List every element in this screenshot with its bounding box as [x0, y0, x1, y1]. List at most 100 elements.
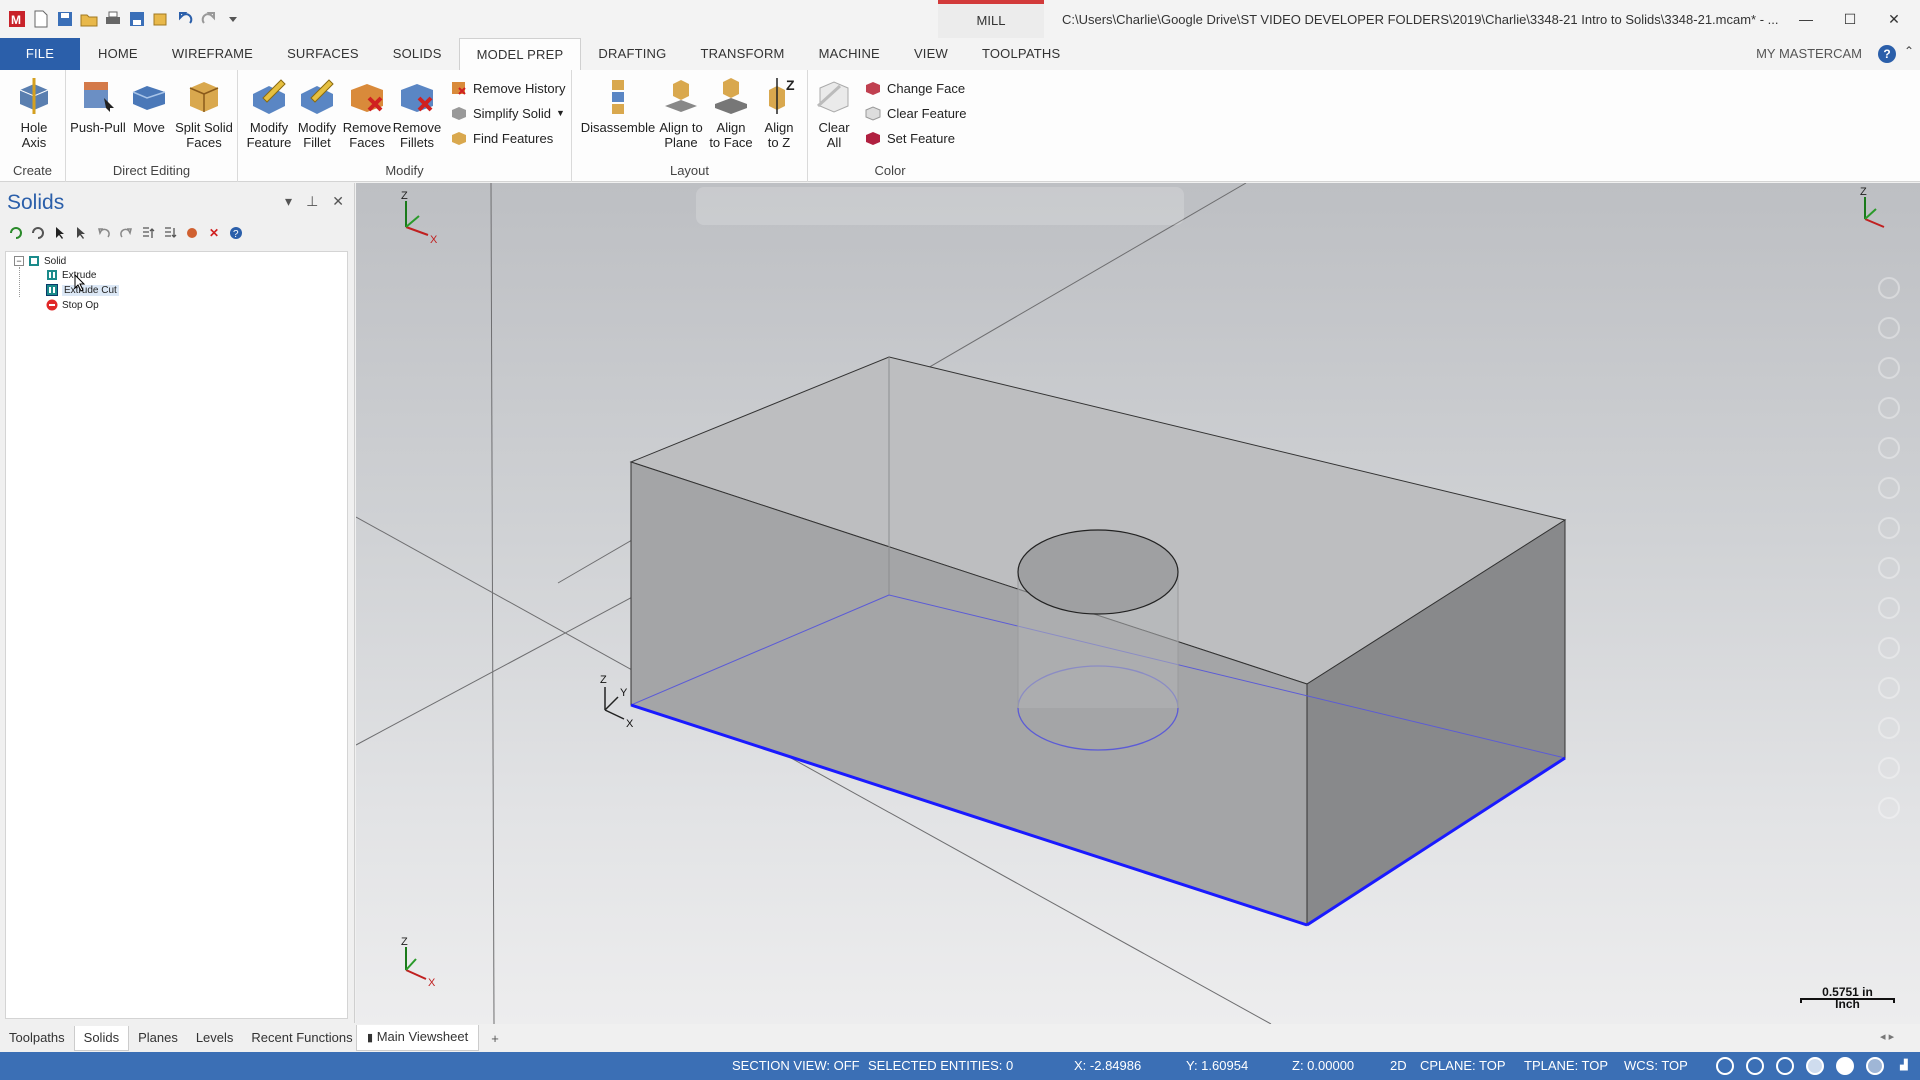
tab-solids-manager[interactable]: Solids	[73, 1025, 130, 1051]
tab-surfaces[interactable]: SURFACES	[270, 38, 376, 70]
quick-tool-icon[interactable]	[1878, 317, 1900, 339]
quick-tool-icon[interactable]	[1878, 437, 1900, 459]
remove-fillets-button[interactable]: Remove Fillets	[392, 76, 442, 150]
tplane-status[interactable]: TPLANE: TOP	[1524, 1052, 1608, 1080]
simplify-solid-dropdown-icon[interactable]: ▼	[556, 108, 565, 118]
maximize-button[interactable]: ☐	[1828, 0, 1872, 38]
undo-solid-icon[interactable]	[96, 225, 112, 241]
redo-solid-icon[interactable]	[118, 225, 134, 241]
globe-shaded-icon[interactable]	[1746, 1057, 1764, 1075]
tab-model-prep[interactable]: MODEL PREP	[458, 38, 582, 70]
change-face-button[interactable]: Change Face	[864, 79, 965, 97]
tree-expander-icon[interactable]: −	[14, 256, 24, 266]
clear-all-button[interactable]: Clear All	[814, 76, 854, 150]
new-file-icon[interactable]	[30, 8, 52, 30]
panel-menu-icon[interactable]: ▾	[285, 193, 292, 210]
tab-solids[interactable]: SOLIDS	[376, 38, 459, 70]
mastercam-logo-icon[interactable]: M	[6, 8, 28, 30]
cplane-status[interactable]: CPLANE: TOP	[1420, 1052, 1506, 1080]
quick-tool-icon[interactable]	[1878, 797, 1900, 819]
move-up-icon[interactable]	[140, 225, 156, 241]
tab-transform[interactable]: TRANSFORM	[683, 38, 801, 70]
delete-icon[interactable]: ✕	[206, 225, 222, 241]
remove-history-button[interactable]: Remove History	[450, 79, 565, 97]
quick-tool-icon[interactable]	[1878, 357, 1900, 379]
save-icon[interactable]	[54, 8, 76, 30]
modify-feature-button[interactable]: Modify Feature	[244, 76, 294, 150]
clear-feature-button[interactable]: Clear Feature	[864, 104, 966, 122]
save-as-icon[interactable]	[126, 8, 148, 30]
select-feature-icon[interactable]	[74, 225, 90, 241]
regen-dirty-icon[interactable]	[30, 225, 46, 241]
quick-tool-icon[interactable]	[1878, 557, 1900, 579]
customize-qat-icon[interactable]	[222, 8, 244, 30]
split-solid-faces-button[interactable]: Split Solid Faces	[172, 76, 236, 150]
translucency-icon[interactable]	[1836, 1057, 1854, 1075]
tree-node-stop-op[interactable]: Stop Op	[46, 299, 99, 311]
toggle-stop-icon[interactable]	[184, 225, 200, 241]
push-pull-button[interactable]: Push-Pull	[70, 76, 126, 135]
help-icon[interactable]: ?	[1878, 45, 1896, 63]
section-view-status[interactable]: SECTION VIEW: OFF	[732, 1052, 860, 1080]
merge-icon[interactable]	[150, 8, 172, 30]
globe-hidden-icon[interactable]	[1776, 1057, 1794, 1075]
remove-faces-button[interactable]: Remove Faces	[342, 76, 392, 150]
print-icon[interactable]	[102, 8, 124, 30]
tab-planes-manager[interactable]: Planes	[129, 1026, 187, 1050]
quick-tool-icon[interactable]	[1878, 637, 1900, 659]
selected-entities-status[interactable]: SELECTED ENTITIES: 0	[868, 1052, 1013, 1080]
tab-wireframe[interactable]: WIREFRAME	[155, 38, 270, 70]
graphics-viewport[interactable]: Z Y X Z X Z X Z	[356, 183, 1920, 1024]
align-to-plane-button[interactable]: Align to Plane	[656, 76, 706, 150]
faded-selection-toolbar[interactable]	[696, 187, 1184, 225]
shaded-display-icon[interactable]	[1806, 1057, 1824, 1075]
simplify-solid-button[interactable]: Simplify Solid ▼	[450, 104, 565, 122]
wcs-status[interactable]: WCS: TOP	[1624, 1052, 1688, 1080]
quick-tool-icon[interactable]	[1878, 757, 1900, 779]
tree-node-extrude[interactable]: Extrude	[46, 269, 96, 281]
align-to-face-button[interactable]: Align to Face	[706, 76, 756, 150]
regen-all-icon[interactable]	[8, 225, 24, 241]
modify-fillet-button[interactable]: Modify Fillet	[294, 76, 340, 150]
globe-wireframe-icon[interactable]	[1716, 1057, 1734, 1075]
close-button[interactable]: ✕	[1872, 0, 1916, 38]
pin-icon[interactable]: ⊥	[306, 193, 318, 210]
move-button[interactable]: Move	[128, 76, 170, 135]
quick-tool-icon[interactable]	[1878, 717, 1900, 739]
tab-view[interactable]: VIEW	[897, 38, 965, 70]
hole-axis-button[interactable]: Hole Axis	[10, 76, 58, 150]
open-folder-icon[interactable]	[78, 8, 100, 30]
add-viewsheet-button[interactable]: +	[491, 1031, 499, 1046]
redo-icon[interactable]	[198, 8, 220, 30]
collapse-ribbon-icon[interactable]: ⌃	[1904, 44, 1914, 58]
disassemble-button[interactable]: Disassemble	[580, 76, 656, 135]
find-features-button[interactable]: Find Features	[450, 129, 553, 147]
quick-tool-icon[interactable]	[1878, 397, 1900, 419]
viewsheet-scroll-icon[interactable]: ◂ ▸	[1880, 1030, 1894, 1043]
quick-tool-icon[interactable]	[1878, 677, 1900, 699]
minimize-button[interactable]: —	[1784, 0, 1828, 38]
tab-file[interactable]: FILE	[0, 38, 80, 70]
undo-icon[interactable]	[174, 8, 196, 30]
tab-toolpaths[interactable]: TOOLPATHS	[965, 38, 1077, 70]
mode-2d-3d[interactable]: 2D	[1390, 1052, 1407, 1080]
main-viewsheet-tab[interactable]: ▮ Main Viewsheet	[356, 1025, 480, 1051]
quick-tool-icon[interactable]	[1878, 477, 1900, 499]
set-feature-button[interactable]: Set Feature	[864, 129, 955, 147]
select-arrow-icon[interactable]	[52, 225, 68, 241]
my-mastercam-link[interactable]: MY MASTERCAM	[1756, 38, 1862, 70]
panel-close-icon[interactable]: ✕	[332, 193, 344, 210]
quick-tool-icon[interactable]	[1878, 597, 1900, 619]
quick-tool-icon[interactable]	[1878, 277, 1900, 299]
tab-home[interactable]: HOME	[80, 38, 155, 70]
tab-recent-functions[interactable]: Recent Functions	[242, 1026, 361, 1050]
quick-tool-icon[interactable]	[1878, 517, 1900, 539]
tab-machine[interactable]: MACHINE	[802, 38, 897, 70]
align-to-z-button[interactable]: Z Align to Z	[756, 76, 802, 150]
tab-levels-manager[interactable]: Levels	[187, 1026, 243, 1050]
tab-toolpaths-manager[interactable]: Toolpaths	[0, 1026, 74, 1050]
help-circle-icon[interactable]: ?	[228, 225, 244, 241]
tree-node-solid[interactable]: Solid	[28, 255, 66, 267]
tab-drafting[interactable]: DRAFTING	[581, 38, 683, 70]
move-down-icon[interactable]	[162, 225, 178, 241]
